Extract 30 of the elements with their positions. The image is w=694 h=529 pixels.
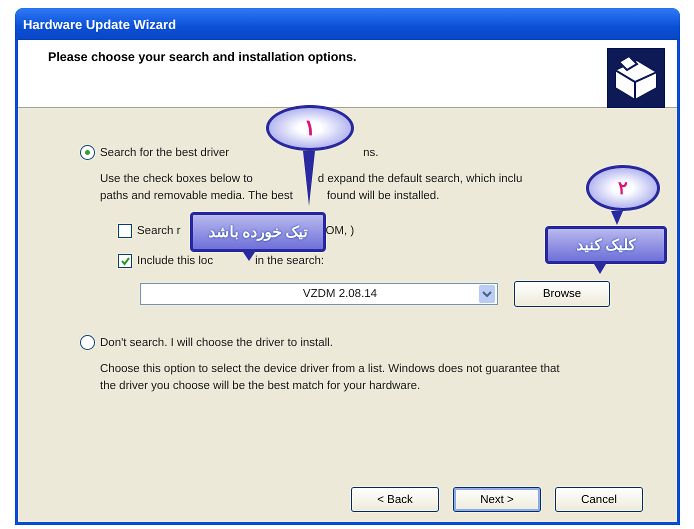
option-label: Don't search. I will choose the driver to install. [100, 336, 333, 348]
wizard-button[interactable]: Cancel [555, 487, 643, 512]
radio-button[interactable] [80, 335, 95, 350]
checkbox-label: Include this loc [137, 255, 214, 267]
note-tail [243, 252, 255, 261]
checkbox-label: Search r [137, 225, 180, 237]
window-title: Hardware Update Wizard [23, 16, 176, 32]
option-label: ns. [363, 146, 378, 158]
note-tail [594, 264, 606, 274]
radio-button[interactable] [80, 145, 95, 160]
checkbox[interactable] [118, 224, 132, 238]
option-description: Use the check boxes below to [100, 172, 253, 187]
browse-button[interactable]: Browse [514, 281, 610, 307]
callout-note: کلیک کنید [545, 226, 667, 264]
callout-note: تیک خورده باشد [190, 212, 326, 252]
wizard-button[interactable]: Next > [453, 487, 541, 512]
number-bubble: ۲ [586, 165, 660, 211]
checkbox[interactable] [118, 254, 132, 268]
option-description: the driver you choose will be the best match for your hardware. [100, 379, 420, 394]
option-description: Choose this option to select the device driver from a list. Windows does not guarantee that [100, 362, 560, 377]
number-bubble: ١ [266, 105, 354, 151]
option-description: d expand the default search, which inclu [318, 172, 522, 187]
option-label: Search for the best driver [100, 146, 230, 158]
wizard-button[interactable]: < Back [351, 487, 439, 512]
option-description: paths and removable media. The best [100, 189, 293, 204]
location-dropdown[interactable]: VZDM 2.08.14 [140, 283, 498, 305]
page-heading: Please choose your search and installation options. [48, 50, 356, 66]
checkbox-label: OM, ) [325, 225, 354, 237]
checkbox-label: in the search: [255, 255, 324, 267]
option-description: found will be installed. [326, 189, 440, 204]
